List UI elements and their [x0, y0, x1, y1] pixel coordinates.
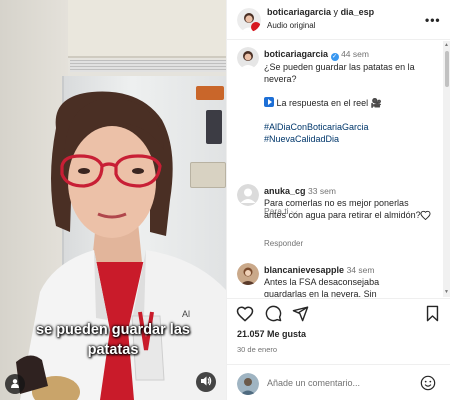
comments-scrollbar[interactable]: ▲ ▼ — [443, 41, 450, 297]
emoji-button[interactable] — [420, 375, 436, 393]
default-avatar-icon[interactable] — [237, 184, 259, 206]
video-caption-line1: se pueden guardar las — [36, 322, 190, 338]
scrollbar-thumb[interactable] — [445, 51, 449, 87]
current-user-avatar — [237, 373, 259, 395]
reel-video[interactable]: Al se pueden guardar las patatas — [0, 0, 226, 400]
audio-link[interactable]: Audio original — [267, 21, 315, 30]
verified-icon: ✓ — [330, 53, 339, 61]
comment-button[interactable] — [265, 305, 282, 324]
collaborator-username[interactable]: dia_esp — [341, 7, 375, 17]
scroll-up-icon[interactable]: ▲ — [444, 42, 449, 48]
user-icon — [10, 378, 20, 390]
comments-list[interactable]: boticariagarcia ✓ 44 sem ¿Se pueden guar… — [227, 41, 443, 297]
comment-input[interactable] — [267, 374, 417, 392]
comment-text: Antes la FSA desaconsejaba guardarlas en… — [264, 277, 380, 297]
heart-icon — [236, 306, 254, 324]
scroll-down-icon[interactable]: ▼ — [444, 289, 449, 295]
comment-composer — [227, 364, 450, 400]
reply-button[interactable]: Responder — [264, 239, 303, 248]
more-options-button[interactable]: ••• — [425, 13, 441, 27]
owner-avatar[interactable] — [237, 8, 261, 32]
svg-text:Al: Al — [182, 309, 190, 319]
hashtag[interactable]: #AlDiaConBoticariaGarcia — [264, 121, 442, 133]
post-question: ¿Se pueden guardar las patatas en la nev… — [264, 62, 415, 84]
heart-icon — [420, 210, 431, 222]
comment-time: 33 sem — [308, 186, 336, 196]
comment-text: Para comerlas no es mejor ponerlas antes… — [264, 198, 421, 220]
paper-plane-icon — [292, 306, 309, 324]
post-answer-text: La respuesta en el reel — [276, 98, 369, 108]
speaker-icon — [200, 375, 212, 389]
video-caption-line2: patatas — [87, 342, 139, 358]
post-time: 44 sem — [341, 49, 369, 59]
audio-toggle-button[interactable] — [196, 372, 216, 392]
likes-count[interactable]: 21.057 Me gusta — [237, 329, 306, 339]
post-date[interactable]: 30 de enero — [237, 345, 277, 354]
reel-viewer: Al se pueden guardar las patatas boticar… — [0, 0, 450, 400]
comment-bubble-icon — [265, 305, 282, 324]
hashtag[interactable]: #NuevaCalidadDia — [264, 133, 442, 145]
tagged-user-button[interactable] — [5, 374, 25, 394]
author-avatar[interactable] — [237, 47, 259, 69]
like-button[interactable] — [236, 305, 254, 324]
comment-username[interactable]: anuka_cg — [264, 186, 306, 196]
share-button[interactable] — [292, 305, 309, 324]
save-button[interactable] — [425, 305, 440, 324]
post-answer-line: La respuesta en el reel 🎥 — [264, 97, 442, 109]
more-horizontal-icon: ••• — [425, 13, 441, 27]
camera-emoji-icon: 🎥 — [370, 98, 382, 108]
likes-number: 21.057 — [237, 329, 265, 339]
post-owners: boticariagarcia y dia_esp — [267, 7, 374, 17]
bookmark-icon — [425, 305, 440, 324]
comment-time: 34 sem — [346, 265, 375, 275]
author-username[interactable]: boticariagarcia — [264, 49, 328, 59]
owner-username[interactable]: boticariagarcia — [267, 7, 331, 17]
post-header: boticariagarcia y dia_esp Audio original… — [227, 0, 450, 40]
emoji-smile-icon — [420, 375, 436, 393]
like-comment-button[interactable] — [420, 210, 431, 222]
likes-label: Me gusta — [267, 329, 307, 339]
play-button-icon — [264, 97, 274, 107]
post-actions: 21.057 Me gusta 30 de enero — [227, 298, 450, 364]
owners-conjunction: y — [333, 7, 339, 17]
post-panel: boticariagarcia y dia_esp Audio original… — [226, 0, 450, 400]
comment-username[interactable]: blancanievesapple — [264, 265, 344, 275]
commenter-avatar[interactable] — [237, 263, 259, 285]
